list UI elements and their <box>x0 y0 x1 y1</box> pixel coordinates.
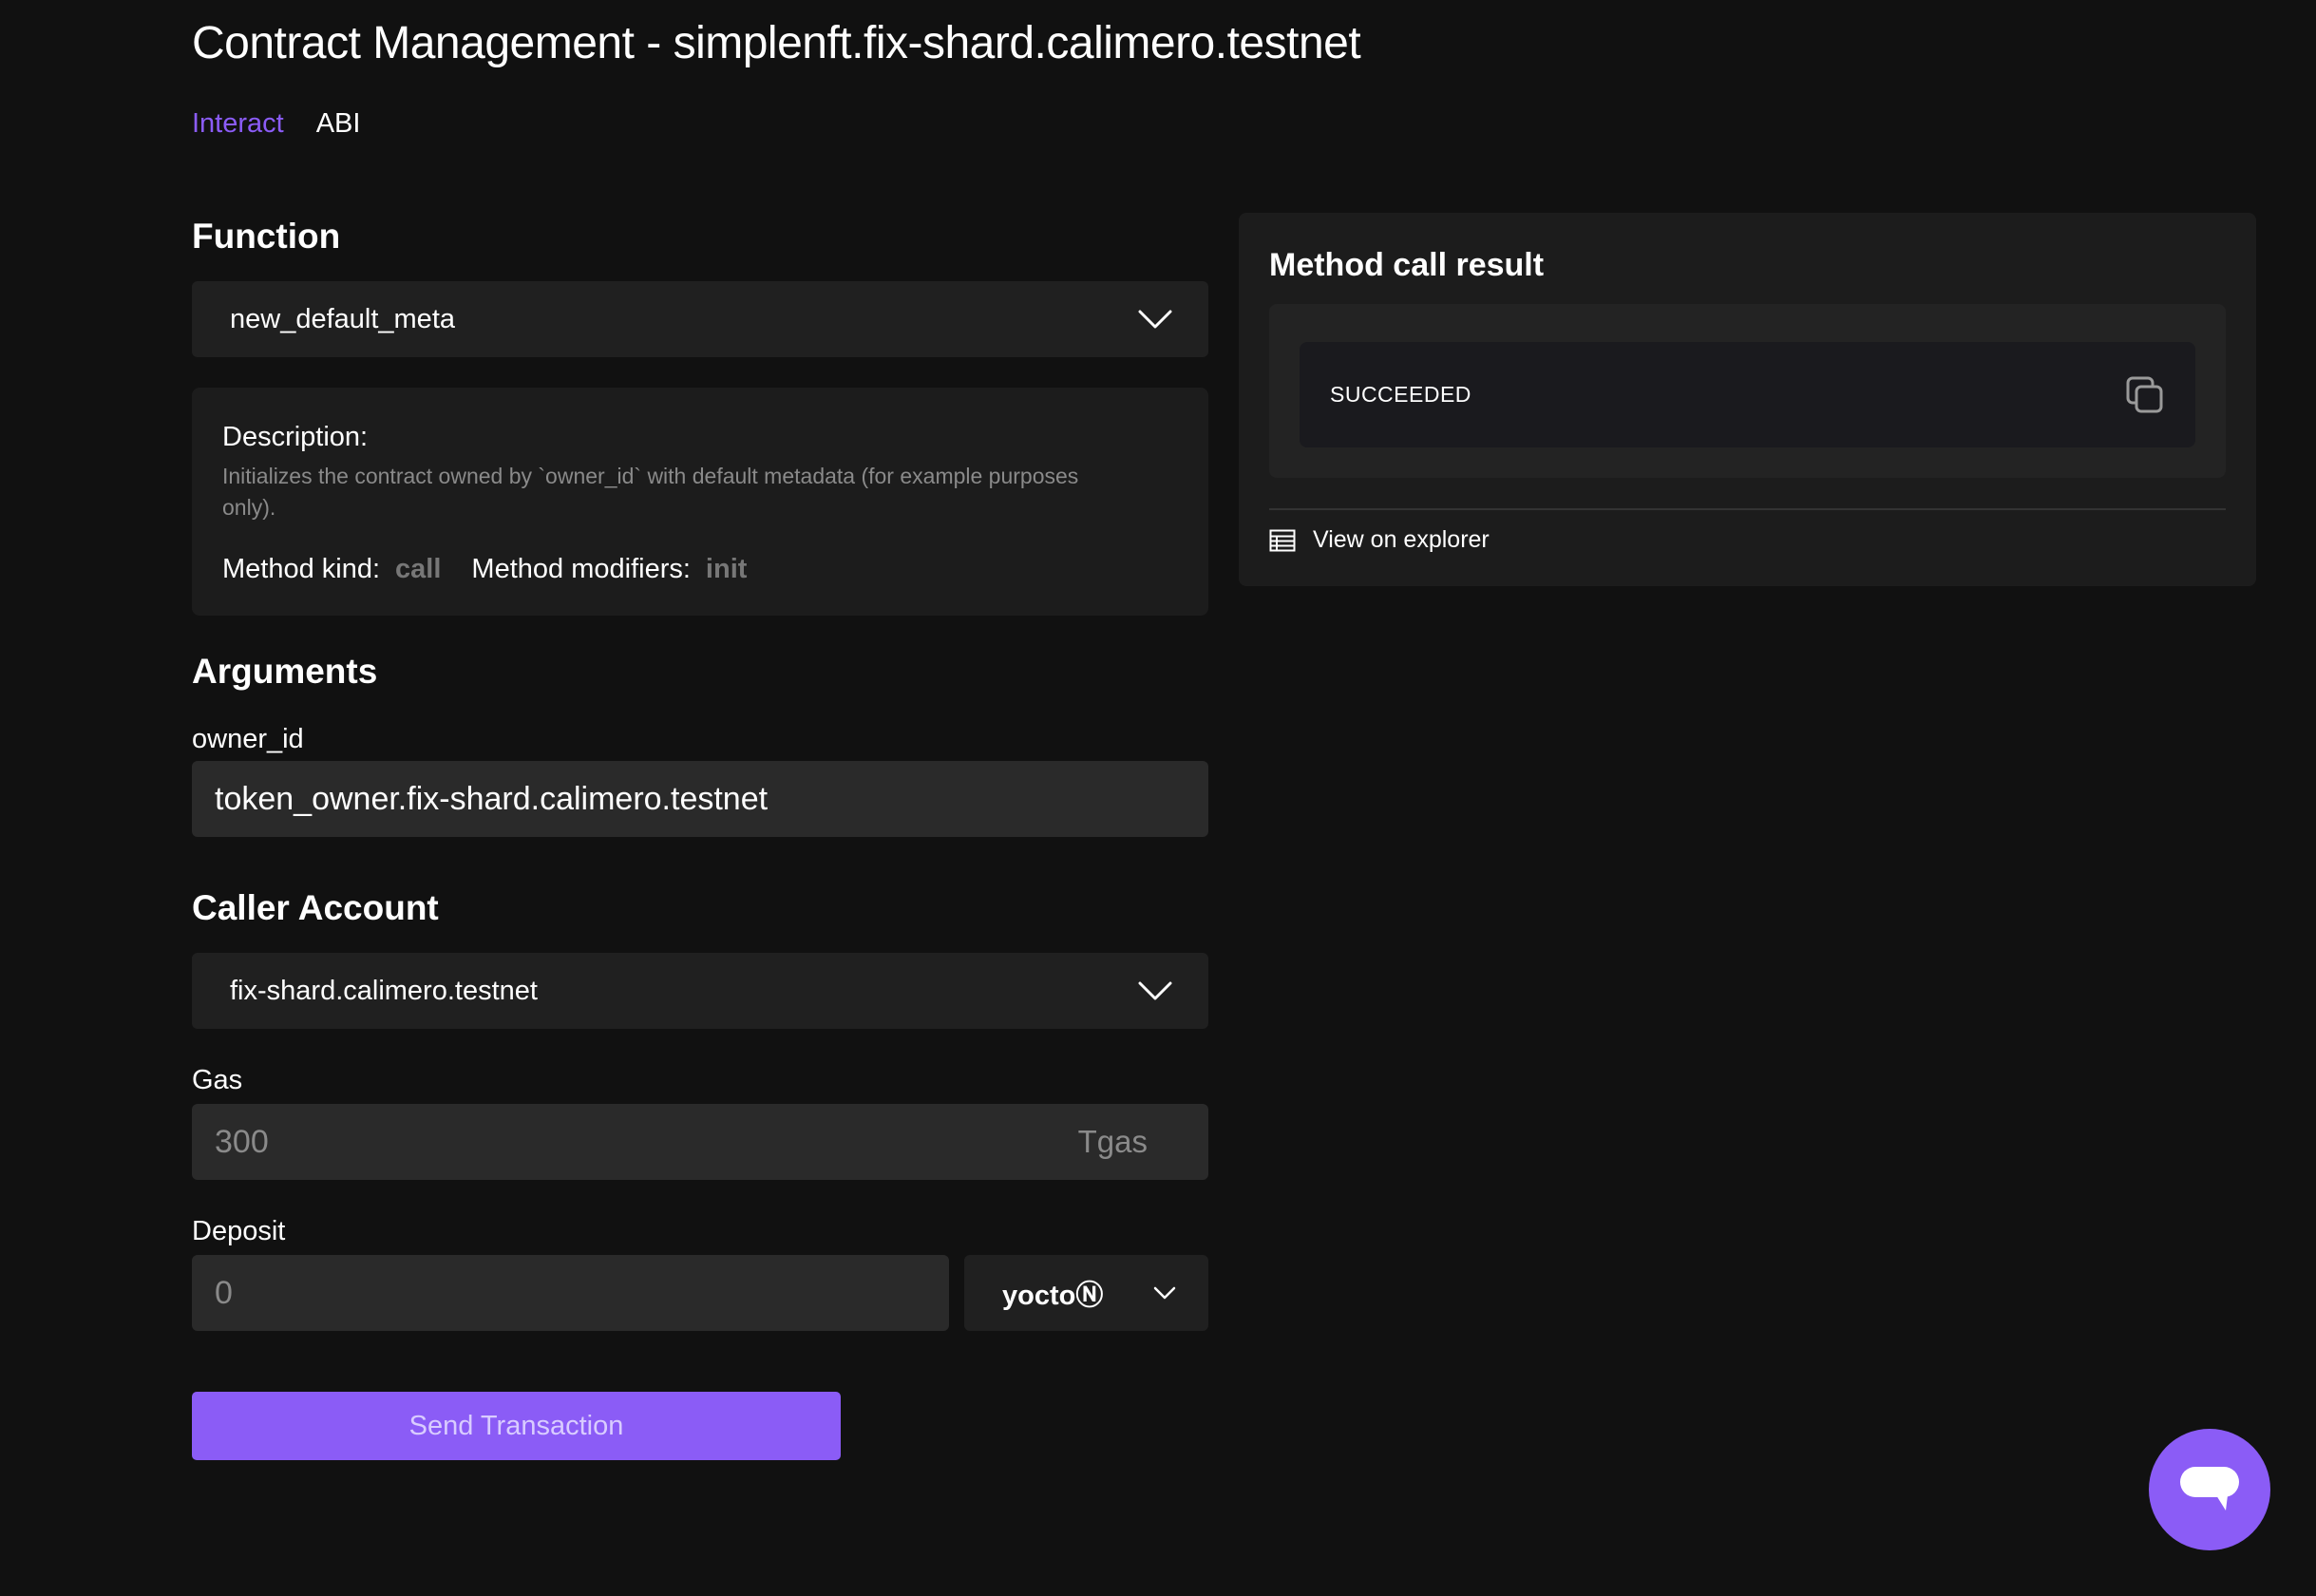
chevron-down-icon <box>1138 981 1172 1000</box>
function-select-value: new_default_meta <box>230 303 455 334</box>
gas-label: Gas <box>192 1065 243 1095</box>
view-on-explorer-label: View on explorer <box>1313 526 1490 553</box>
gas-unit: Tgas <box>1077 1124 1148 1159</box>
caller-account-value: fix-shard.calimero.testnet <box>230 975 538 1006</box>
owner-id-label: owner_id <box>192 724 304 754</box>
owner-id-input[interactable]: token_owner.fix-shard.calimero.testnet <box>192 761 1208 837</box>
send-transaction-button[interactable]: Send Transaction <box>192 1392 841 1460</box>
view-on-explorer-link[interactable]: View on explorer <box>1269 526 1490 554</box>
page-title: Contract Management - simplenft.fix-shar… <box>192 18 1361 68</box>
chat-icon <box>2180 1467 2239 1510</box>
copy-icon[interactable] <box>2125 375 2165 415</box>
description-label: Description: <box>222 422 369 452</box>
result-status-text: SUCCEEDED <box>1330 382 1471 407</box>
deposit-unit-value: yoctoⓃ <box>1002 1281 1104 1311</box>
function-description-card: Description: Initializes the contract ow… <box>192 388 1208 616</box>
contract-management-page: Contract Management - simplenft.fix-shar… <box>0 0 2316 1596</box>
tab-interact[interactable]: Interact <box>192 108 284 140</box>
caller-account-heading: Caller Account <box>192 888 439 927</box>
chevron-down-icon <box>1153 1286 1176 1300</box>
table-icon <box>1269 529 1296 551</box>
result-output-box: SUCCEEDED <box>1300 342 2195 447</box>
method-modifiers-label: Method modifiers: <box>471 554 691 584</box>
method-kind-label: Method kind: <box>222 554 381 584</box>
tab-bar: Interact ABI <box>192 108 360 140</box>
interaction-form: Function new_default_meta Description: I… <box>192 217 1208 1460</box>
function-heading: Function <box>192 217 341 256</box>
owner-id-value: token_owner.fix-shard.calimero.testnet <box>215 780 769 817</box>
deposit-input[interactable]: 0 <box>192 1255 949 1331</box>
result-output-container: SUCCEEDED <box>1269 304 2226 478</box>
method-call-result-panel: Method call result SUCCEEDED View on exp… <box>1239 213 2256 586</box>
arguments-heading: Arguments <box>192 652 378 691</box>
caller-account-select[interactable]: fix-shard.calimero.testnet <box>192 953 1208 1029</box>
description-text: Initializes the contract owned by `owner… <box>222 464 1079 520</box>
deposit-row: 0 yoctoⓃ <box>192 1255 1208 1331</box>
method-modifiers-value: init <box>705 554 748 584</box>
chat-button[interactable] <box>2149 1429 2270 1550</box>
chevron-down-icon <box>1138 310 1172 329</box>
function-select[interactable]: new_default_meta <box>192 281 1208 357</box>
method-kind-value: call <box>395 554 442 584</box>
deposit-unit-select[interactable]: yoctoⓃ <box>964 1255 1208 1331</box>
deposit-label: Deposit <box>192 1216 286 1246</box>
method-meta-row: Method kind: call Method modifiers: init <box>222 554 1178 585</box>
result-title: Method call result <box>1269 247 1545 283</box>
tab-abi[interactable]: ABI <box>316 108 361 140</box>
result-divider <box>1269 508 2226 510</box>
gas-value: 300 <box>215 1123 269 1160</box>
gas-input[interactable]: 300 Tgas <box>192 1104 1208 1180</box>
deposit-value: 0 <box>215 1274 233 1311</box>
